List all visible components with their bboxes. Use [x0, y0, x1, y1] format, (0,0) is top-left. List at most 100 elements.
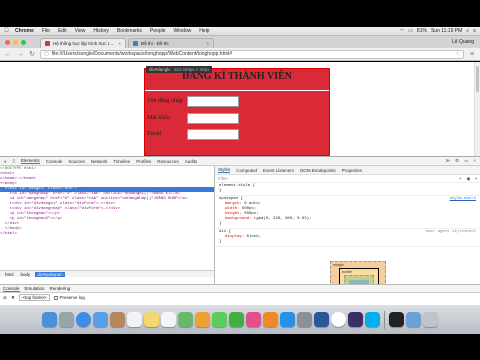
- back-icon[interactable]: ←: [4, 51, 12, 58]
- calendar-icon[interactable]: [127, 312, 142, 327]
- launchpad-icon[interactable]: [59, 312, 74, 327]
- word-icon[interactable]: [314, 312, 329, 327]
- username-input[interactable]: [187, 96, 239, 107]
- filter-icon[interactable]: ▼: [11, 295, 15, 300]
- close-tab-icon[interactable]: ×: [206, 41, 209, 46]
- close-devtools-icon[interactable]: ×: [473, 158, 476, 164]
- battery-icon[interactable]: ▭: [408, 28, 413, 34]
- tab-network[interactable]: Network: [91, 159, 108, 164]
- color-format-icon[interactable]: ▪: [475, 176, 477, 182]
- messages-icon[interactable]: [212, 312, 227, 327]
- console-drawer-icon[interactable]: ≫: [445, 158, 450, 164]
- menu-view[interactable]: View: [75, 28, 86, 34]
- dock-side-icon[interactable]: ▭: [464, 158, 468, 164]
- password-input[interactable]: [187, 113, 239, 124]
- drawer-tab-console[interactable]: Console: [3, 286, 20, 292]
- filter-input[interactable]: Filter: [218, 176, 228, 181]
- frame-select[interactable]: <top frame>: [19, 294, 50, 301]
- zoom-window-icon[interactable]: [21, 40, 26, 45]
- tab-console[interactable]: Console: [46, 159, 63, 164]
- photos-icon[interactable]: [195, 312, 210, 327]
- clock[interactable]: Sun 11:19 PM: [431, 28, 462, 34]
- crumb-div[interactable]: div#pokepen: [35, 271, 65, 277]
- browser-tab-1[interactable]: Hệ thống học lập trình trực t… ×: [40, 38, 126, 48]
- itunes-icon[interactable]: [246, 312, 261, 327]
- chrome-icon[interactable]: [331, 312, 346, 327]
- ibooks-icon[interactable]: [263, 312, 278, 327]
- inspect-tooltip: div#dangki 333.328px × 40px: [146, 66, 213, 73]
- apple-icon[interactable]: : [2, 28, 11, 34]
- safari-icon[interactable]: [76, 312, 91, 327]
- tab-resources[interactable]: Resources: [157, 159, 179, 164]
- browser-tab-2[interactable]: Đề thi - Đề thi ×: [128, 38, 214, 48]
- tab-styles[interactable]: Styles: [218, 167, 231, 173]
- address-bar[interactable]: ▢ file:///Users/songle/Documents/workspa…: [40, 49, 464, 59]
- dom-tree[interactable]: <!DOCTYPE html> <html> ▸<head>…</head> ▾…: [0, 166, 214, 270]
- menu-icon[interactable]: ≡: [468, 51, 476, 58]
- facetime-icon[interactable]: [229, 312, 244, 327]
- tab-sources[interactable]: Sources: [68, 159, 85, 164]
- page-info-icon[interactable]: ▢: [44, 51, 49, 57]
- page-scrollbar[interactable]: [474, 62, 480, 156]
- menu-edit[interactable]: Edit: [58, 28, 67, 34]
- rule-element-style[interactable]: element.style { }: [215, 183, 480, 196]
- menu-history[interactable]: History: [93, 28, 109, 34]
- finder-icon[interactable]: [42, 312, 57, 327]
- menu-people[interactable]: People: [150, 28, 166, 34]
- add-rule-icon[interactable]: +: [459, 176, 462, 182]
- menu-window[interactable]: Window: [174, 28, 192, 34]
- eclipse-icon[interactable]: [348, 312, 363, 327]
- tab-dom-breakpoints[interactable]: DOM Breakpoints: [300, 168, 336, 173]
- scrollbar-thumb[interactable]: [476, 66, 479, 92]
- checkbox-box[interactable]: [53, 295, 58, 300]
- downloads-icon[interactable]: [406, 312, 421, 327]
- rule-div-ua[interactable]: user agent stylesheet div { display: blo…: [215, 229, 480, 247]
- dom-line[interactable]: </html>: [0, 232, 214, 237]
- notes-icon[interactable]: [144, 312, 159, 327]
- bookmark-star-icon[interactable]: ☆: [456, 51, 460, 57]
- maps-icon[interactable]: [178, 312, 193, 327]
- styles-filter[interactable]: Filter + ◉ ▪: [215, 175, 480, 183]
- element-state-icon[interactable]: ◉: [466, 176, 470, 182]
- terminal-icon[interactable]: [389, 312, 404, 327]
- minimize-window-icon[interactable]: [13, 40, 18, 45]
- tab-properties[interactable]: Properties: [342, 168, 363, 173]
- preferences-icon[interactable]: [297, 312, 312, 327]
- forward-icon[interactable]: →: [16, 51, 24, 58]
- contacts-icon[interactable]: [110, 312, 125, 327]
- crumb-body[interactable]: body: [19, 272, 33, 277]
- appstore-icon[interactable]: [280, 312, 295, 327]
- close-window-icon[interactable]: [5, 40, 10, 45]
- rule-source-link[interactable]: style.css:1: [450, 197, 476, 202]
- drawer-tab-rendering[interactable]: Rendering: [50, 286, 71, 291]
- menu-help[interactable]: Help: [199, 28, 209, 34]
- menu-chrome[interactable]: Chrome: [15, 28, 34, 34]
- tab-profiles[interactable]: Profiles: [136, 159, 151, 164]
- wifi-icon[interactable]: ◠: [400, 28, 404, 34]
- trash-icon[interactable]: [423, 312, 438, 327]
- tab-elements[interactable]: Elements: [21, 158, 40, 164]
- profile-name[interactable]: Lê Quang: [452, 39, 474, 45]
- menu-file[interactable]: File: [42, 28, 50, 34]
- device-mode-icon[interactable]: ▯: [13, 158, 15, 164]
- crumb-html[interactable]: html: [3, 272, 16, 277]
- rule-pokepen[interactable]: style.css:1 #pokepen { margin: 0 auto; w…: [215, 196, 480, 229]
- settings-icon[interactable]: ⚙: [455, 158, 459, 164]
- inspect-element-icon[interactable]: ⌖: [4, 159, 7, 164]
- search-icon[interactable]: ⌕: [466, 28, 469, 34]
- tab-audits[interactable]: Audits: [185, 159, 198, 164]
- reminders-icon[interactable]: [161, 312, 176, 327]
- tab-event-listeners[interactable]: Event Listeners: [263, 168, 294, 173]
- mail-icon[interactable]: [93, 312, 108, 327]
- drawer-tab-emulation[interactable]: Emulation: [25, 286, 45, 291]
- skype-icon[interactable]: [365, 312, 380, 327]
- preserve-log-checkbox[interactable]: Preserve log: [53, 295, 85, 300]
- menu-bookmarks[interactable]: Bookmarks: [117, 28, 142, 34]
- clear-console-icon[interactable]: ⊘: [3, 295, 7, 301]
- email-input[interactable]: [187, 129, 239, 140]
- close-tab-icon[interactable]: ×: [118, 41, 121, 46]
- tab-timeline[interactable]: Timeline: [113, 159, 130, 164]
- tab-computed[interactable]: Computed: [236, 168, 257, 173]
- notifications-icon[interactable]: ≡: [473, 28, 476, 34]
- reload-icon[interactable]: ↻: [28, 50, 36, 58]
